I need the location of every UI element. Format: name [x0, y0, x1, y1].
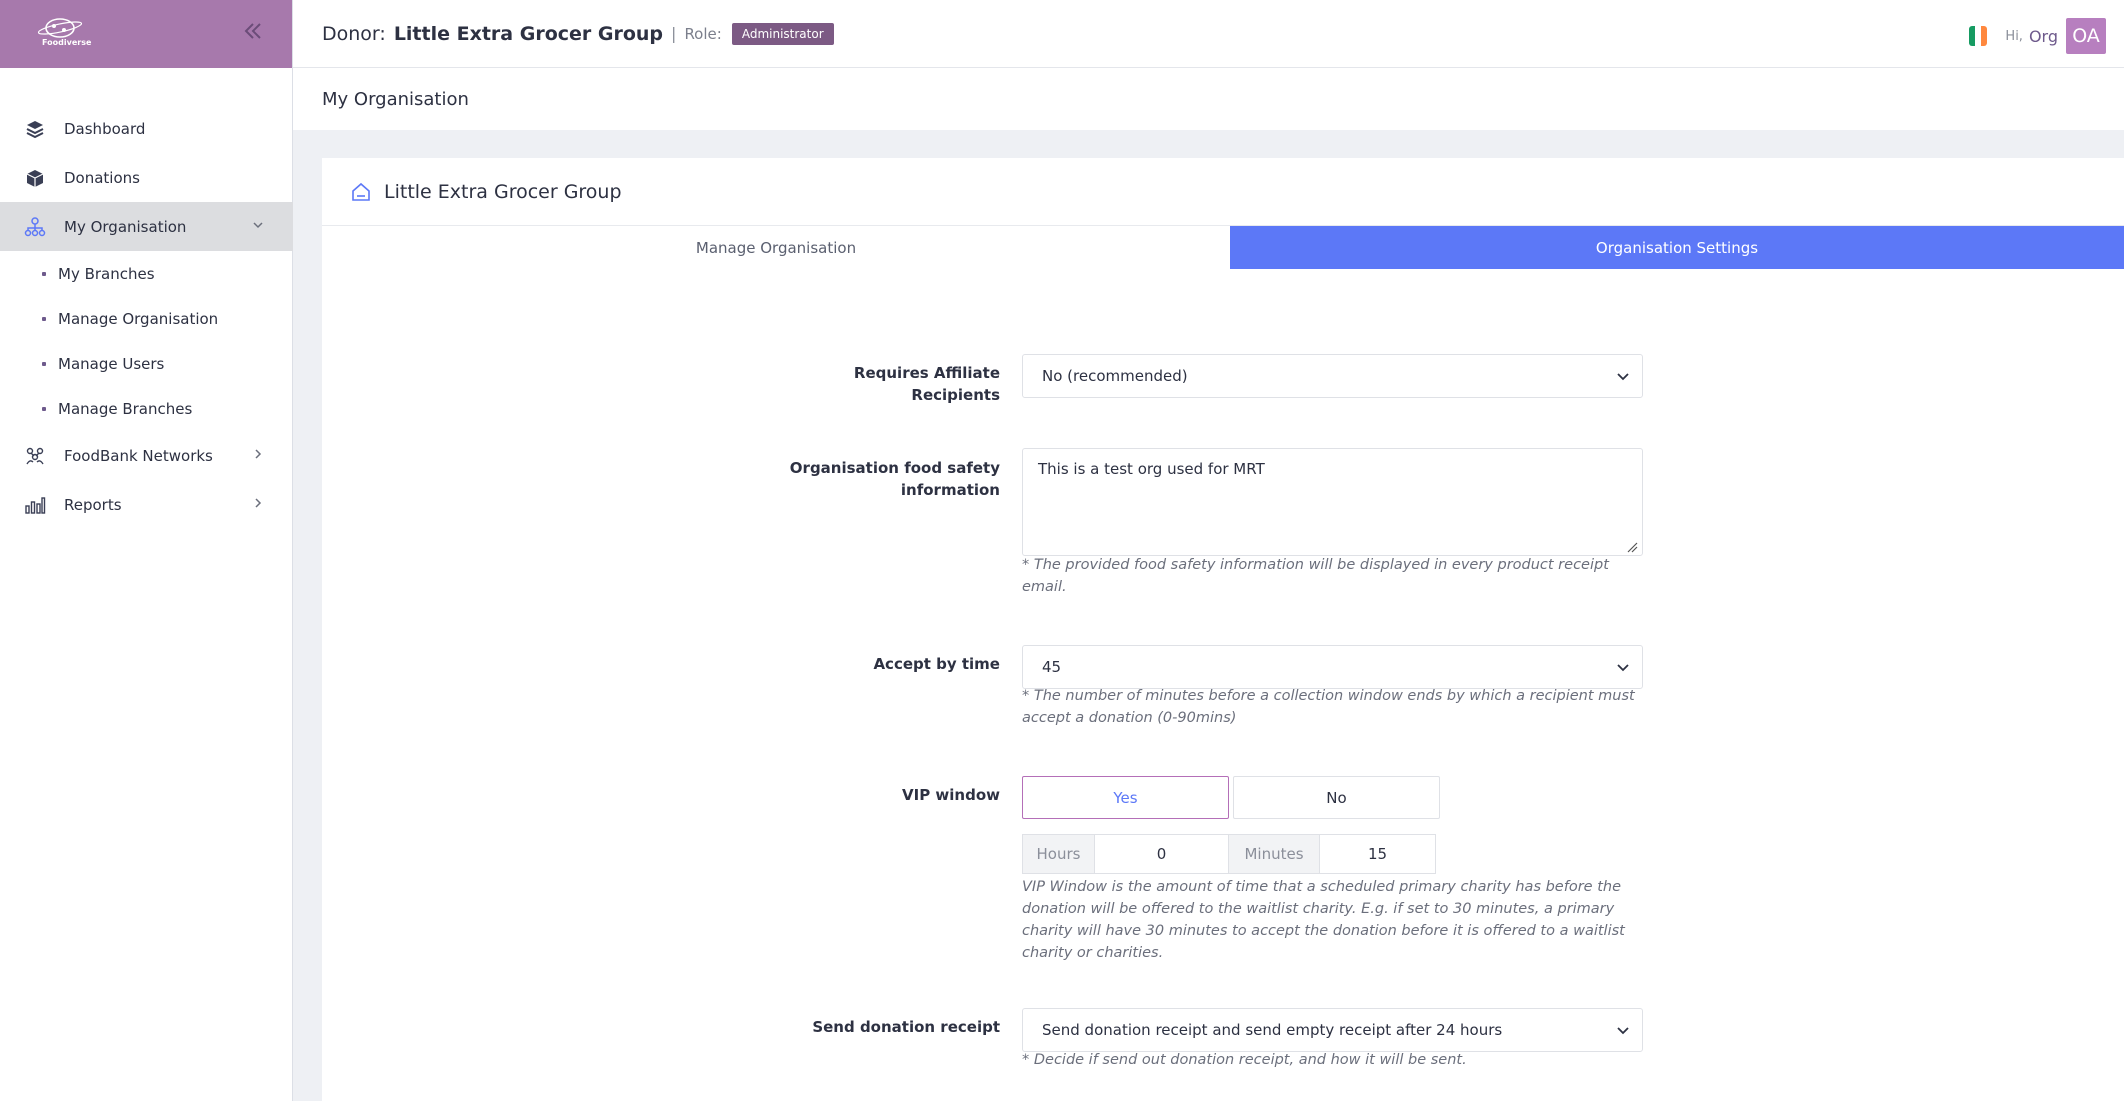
- sidebar-subitem-label: Manage Branches: [58, 399, 193, 418]
- affiliate-label: Requires Affiliate Recipients: [853, 364, 1000, 404]
- chevron-right-icon: [252, 448, 264, 464]
- accept-by-hint: * The number of minutes before a collect…: [1022, 688, 1635, 726]
- vip-no-button[interactable]: No: [1233, 776, 1440, 819]
- accept-by-select[interactable]: 45: [1022, 645, 1643, 689]
- greeting: Hi,: [2005, 28, 2023, 44]
- home-icon: [352, 182, 370, 201]
- sidebar-subitem-manage-users[interactable]: Manage Users: [0, 341, 293, 386]
- sidebar-item-my-organisation[interactable]: My Organisation: [0, 202, 293, 251]
- bullet-icon: [42, 406, 46, 411]
- chevron-right-icon: [252, 497, 264, 513]
- header-separator: |: [671, 24, 677, 43]
- donor-label: Donor:: [322, 22, 386, 45]
- sidebar-item-donations[interactable]: Donations: [0, 153, 293, 202]
- bar-chart-icon: [24, 494, 46, 516]
- collapse-sidebar-icon[interactable]: [240, 20, 266, 46]
- sidebar-subitem-manage-branches[interactable]: Manage Branches: [0, 386, 293, 431]
- hours-addon: Hours: [1022, 834, 1095, 874]
- food-safety-textarea[interactable]: This is a test org used for MRT: [1022, 448, 1643, 556]
- network-icon: [24, 445, 46, 467]
- chevron-down-icon: [1617, 373, 1629, 381]
- sidebar-item-reports[interactable]: Reports: [0, 480, 293, 529]
- receipt-value: Send donation receipt and send empty rec…: [1042, 1021, 1503, 1039]
- sidebar-subitem-my-branches[interactable]: My Branches: [0, 251, 293, 296]
- donor-name: Little Extra Grocer Group: [393, 22, 664, 45]
- organisation-card: Little Extra Grocer Group Manage Organis…: [322, 158, 2124, 1101]
- receipt-hint: * Decide if send out donation receipt, a…: [1022, 1052, 1467, 1068]
- minutes-input[interactable]: 15: [1319, 834, 1436, 874]
- vip-hint: VIP Window is the amount of time that a …: [1022, 879, 1625, 961]
- sidebar-subitem-label: My Branches: [58, 264, 155, 283]
- page-title: My Organisation: [293, 68, 2124, 130]
- box-icon: [24, 167, 46, 189]
- sidebar-item-label: My Organisation: [64, 217, 187, 236]
- top-header: Donor: Little Extra Grocer Group | Role:…: [293, 0, 2124, 68]
- role-badge: Administrator: [731, 22, 834, 45]
- user-name: Org: [2028, 26, 2058, 46]
- sidebar-item-foodbank-networks[interactable]: FoodBank Networks: [0, 431, 293, 480]
- food-safety-label: Organisation food safety information: [789, 459, 1000, 499]
- tabs: Manage Organisation Organisation Setting…: [322, 226, 2124, 269]
- tab-manage-organisation[interactable]: Manage Organisation: [322, 226, 1230, 269]
- ireland-flag-icon[interactable]: [1969, 26, 1988, 46]
- sidebar-item-label: Dashboard: [64, 119, 146, 138]
- affiliate-value: No (recommended): [1042, 367, 1188, 385]
- layers-icon: [24, 118, 46, 140]
- sidebar-item-label: FoodBank Networks: [64, 446, 213, 465]
- logo-text: Foodiverse: [42, 38, 92, 47]
- tab-organisation-settings[interactable]: Organisation Settings: [1230, 226, 2124, 269]
- card-title: Little Extra Grocer Group: [384, 180, 622, 203]
- chevron-down-icon: [252, 219, 264, 235]
- accept-by-value: 45: [1042, 658, 1062, 676]
- sidebar-item-label: Reports: [64, 495, 122, 514]
- card-header: Little Extra Grocer Group: [322, 158, 2124, 226]
- minutes-addon: Minutes: [1228, 834, 1320, 874]
- affiliate-select[interactable]: No (recommended): [1022, 354, 1643, 398]
- chevron-down-icon: [1617, 664, 1629, 672]
- vip-label: VIP window: [902, 786, 1000, 804]
- bullet-icon: [42, 271, 46, 276]
- accept-by-label: Accept by time: [873, 655, 1000, 673]
- sidebar-nav: Dashboard Donations My Organisation My B…: [0, 104, 293, 529]
- user-area: Hi, Org OA: [1969, 18, 2106, 54]
- sidebar-brand: Foodiverse: [0, 0, 292, 68]
- bullet-icon: [42, 361, 46, 366]
- food-safety-hint: * The provided food safety information w…: [1022, 557, 1609, 595]
- vip-yes-button[interactable]: Yes: [1022, 776, 1229, 819]
- org-chart-icon: [24, 216, 46, 238]
- sidebar-item-dashboard[interactable]: Dashboard: [0, 104, 293, 153]
- chevron-down-icon: [1617, 1027, 1629, 1035]
- bullet-icon: [42, 316, 46, 321]
- sidebar-subitem-label: Manage Users: [58, 354, 165, 373]
- avatar[interactable]: OA: [2066, 18, 2106, 54]
- hours-input[interactable]: 0: [1094, 834, 1229, 874]
- role-label: Role:: [684, 24, 722, 43]
- receipt-select[interactable]: Send donation receipt and send empty rec…: [1022, 1008, 1643, 1052]
- resize-grip-icon[interactable]: [1626, 541, 1638, 553]
- sidebar: Foodiverse Dashboard Donations My Organi…: [0, 0, 293, 1101]
- receipt-label: Send donation receipt: [812, 1018, 1000, 1036]
- sidebar-subitem-label: Manage Organisation: [58, 309, 219, 328]
- sidebar-subitem-manage-organisation[interactable]: Manage Organisation: [0, 296, 293, 341]
- sidebar-item-label: Donations: [64, 168, 140, 187]
